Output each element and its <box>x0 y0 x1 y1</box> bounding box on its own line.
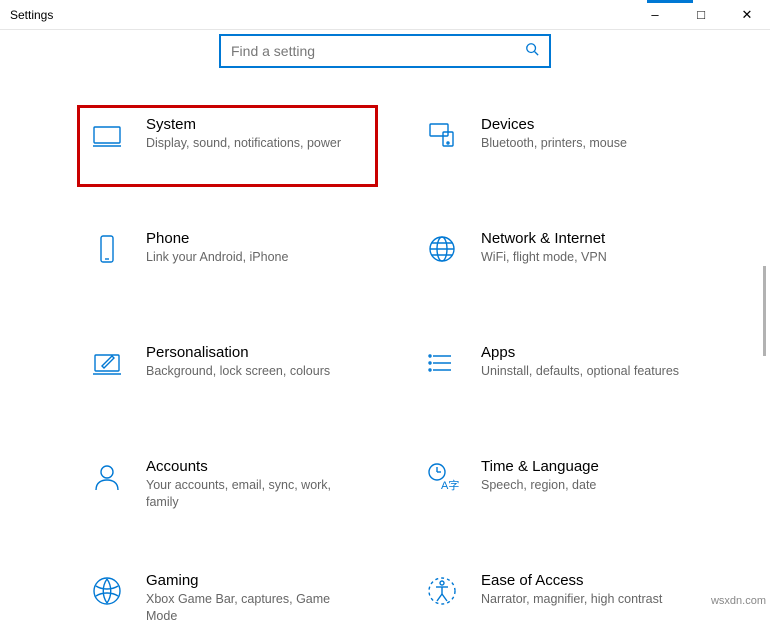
search-box[interactable] <box>219 34 551 68</box>
category-desc: Xbox Game Bar, captures, Game Mode <box>146 591 363 625</box>
category-title: Accounts <box>146 458 363 475</box>
minimize-button[interactable] <box>632 0 678 29</box>
category-gaming[interactable]: Gaming Xbox Game Bar, captures, Game Mod… <box>80 564 375 640</box>
phone-icon <box>90 232 124 266</box>
category-desc: Your accounts, email, sync, work, family <box>146 477 363 511</box>
window-title: Settings <box>10 8 53 22</box>
category-system[interactable]: System Display, sound, notifications, po… <box>80 108 375 184</box>
personalisation-icon <box>90 346 124 380</box>
scrollbar[interactable] <box>764 266 766 566</box>
category-personalisation[interactable]: Personalisation Background, lock screen,… <box>80 336 375 412</box>
category-desc: Speech, region, date <box>481 477 698 494</box>
watermark: wsxdn.com <box>711 595 766 607</box>
titlebar: Settings <box>0 0 770 30</box>
devices-icon <box>425 118 459 152</box>
category-devices[interactable]: Devices Bluetooth, printers, mouse <box>415 108 710 184</box>
category-grid: System Display, sound, notifications, po… <box>60 108 710 640</box>
network-icon <box>425 232 459 266</box>
category-desc: Narrator, magnifier, high contrast <box>481 591 698 608</box>
maximize-button[interactable] <box>678 0 724 29</box>
category-phone[interactable]: Phone Link your Android, iPhone <box>80 222 375 298</box>
gaming-icon <box>90 574 124 608</box>
svg-text:A字: A字 <box>441 478 459 492</box>
category-accounts[interactable]: Accounts Your accounts, email, sync, wor… <box>80 450 375 526</box>
category-title: Network & Internet <box>481 230 698 247</box>
search-container <box>0 34 770 68</box>
search-input[interactable] <box>231 43 525 59</box>
category-ease[interactable]: Ease of Access Narrator, magnifier, high… <box>415 564 710 640</box>
category-desc: Uninstall, defaults, optional features <box>481 363 698 380</box>
category-title: Gaming <box>146 572 363 589</box>
system-icon <box>90 118 124 152</box>
category-time[interactable]: A字 Time & Language Speech, region, date <box>415 450 710 526</box>
category-desc: Bluetooth, printers, mouse <box>481 135 698 152</box>
category-desc: Background, lock screen, colours <box>146 363 363 380</box>
search-icon <box>525 42 539 61</box>
accounts-icon <box>90 460 124 494</box>
category-title: Apps <box>481 344 698 361</box>
category-title: Personalisation <box>146 344 363 361</box>
category-desc: WiFi, flight mode, VPN <box>481 249 698 266</box>
category-network[interactable]: Network & Internet WiFi, flight mode, VP… <box>415 222 710 298</box>
close-button[interactable] <box>724 0 770 29</box>
category-title: Time & Language <box>481 458 698 475</box>
category-apps[interactable]: Apps Uninstall, defaults, optional featu… <box>415 336 710 412</box>
scrollbar-thumb[interactable] <box>763 266 766 356</box>
apps-icon <box>425 346 459 380</box>
category-title: System <box>146 116 363 133</box>
category-desc: Link your Android, iPhone <box>146 249 363 266</box>
category-desc: Display, sound, notifications, power <box>146 135 363 152</box>
settings-body: System Display, sound, notifications, po… <box>0 34 770 640</box>
category-title: Devices <box>481 116 698 133</box>
category-title: Ease of Access <box>481 572 698 589</box>
time-icon: A字 <box>425 460 459 494</box>
category-title: Phone <box>146 230 363 247</box>
window-controls <box>632 0 770 29</box>
ease-icon <box>425 574 459 608</box>
titlebar-accent <box>647 0 693 3</box>
